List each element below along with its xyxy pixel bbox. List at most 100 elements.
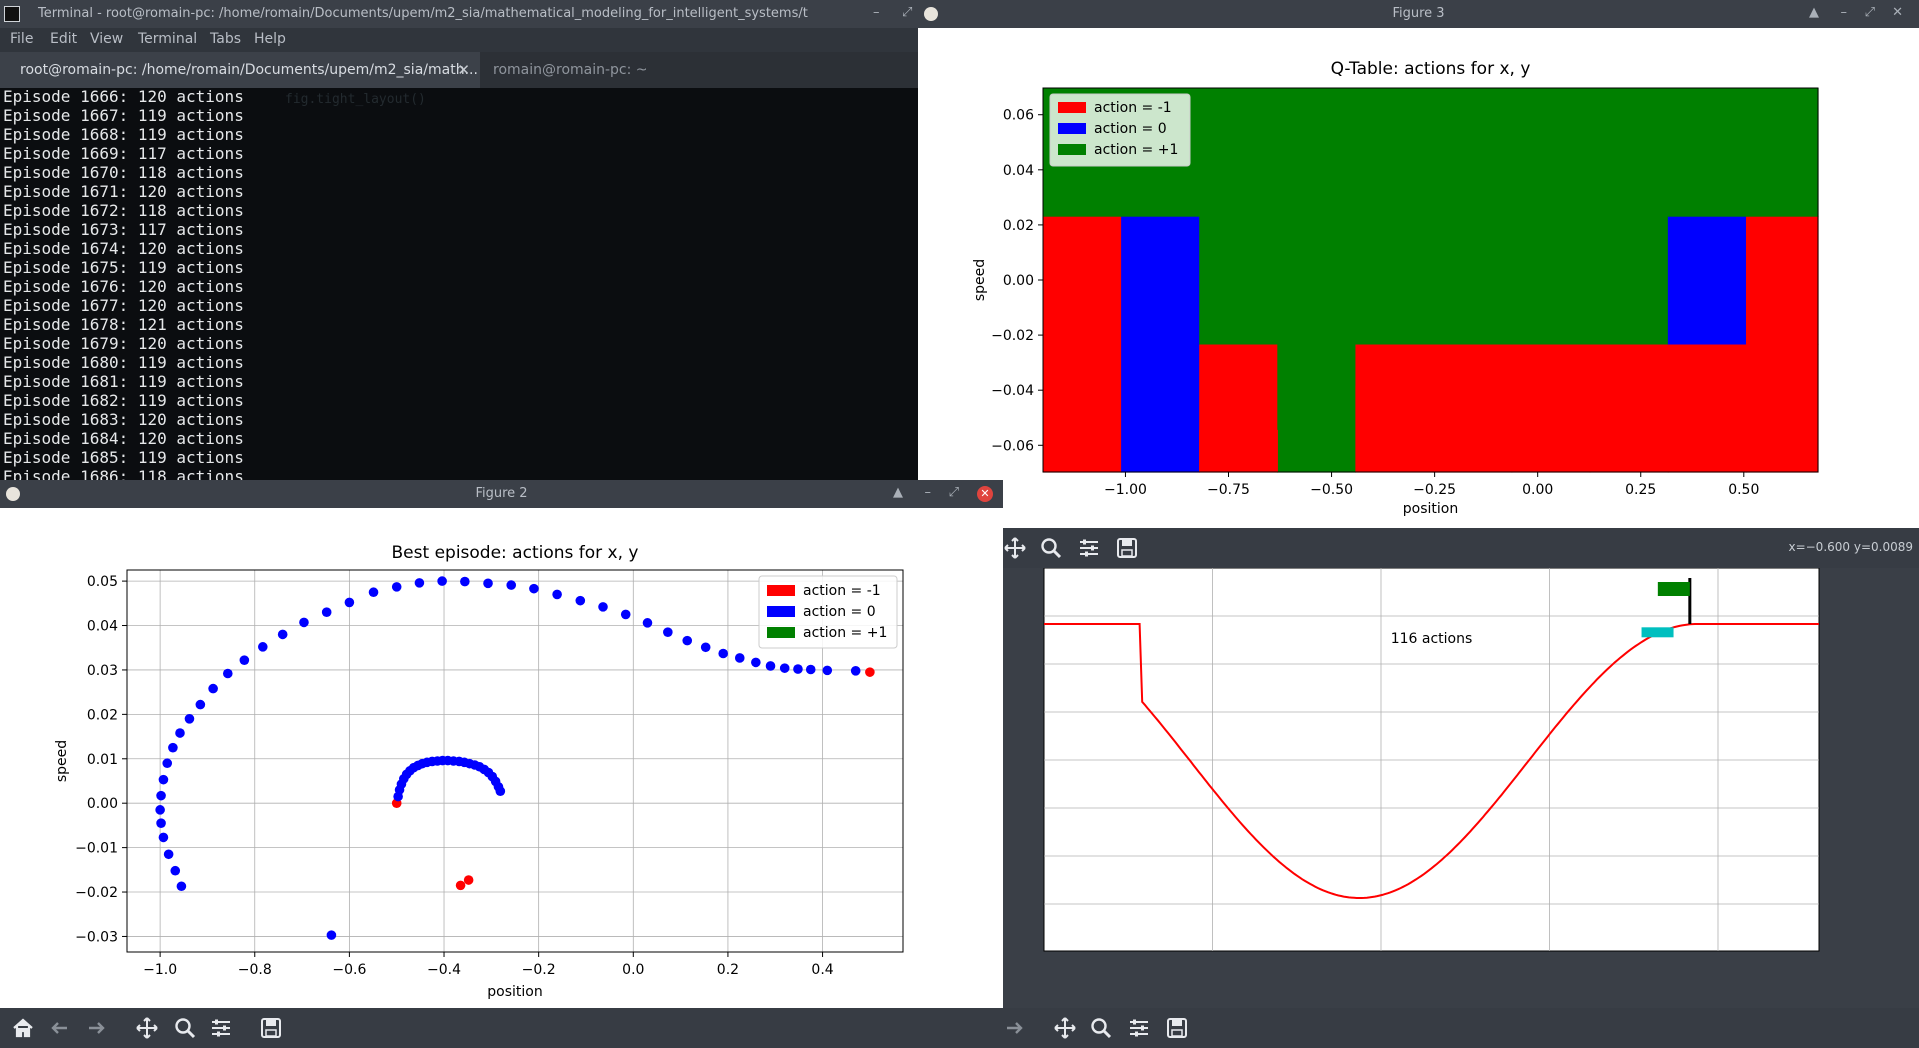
qtable-cell — [1277, 88, 1357, 217]
menu-help[interactable]: Help — [254, 31, 286, 47]
x-axis-label: position — [1403, 501, 1458, 517]
terminal-titlebar[interactable]: Terminal - root@romain-pc: /home/romain/… — [0, 0, 918, 28]
qtable-cell — [1043, 216, 1122, 345]
qtable-cell — [1745, 216, 1819, 345]
terminal-output[interactable]: fig.tight_layout() Episode 1666: 120 act… — [0, 88, 918, 485]
shade-button[interactable]: ▲ — [1809, 5, 1819, 20]
pan-icon[interactable] — [1004, 537, 1026, 559]
terminal-line: Episode 1672: 118 actions — [3, 201, 244, 220]
y-tick-label: −0.02 — [75, 885, 118, 901]
qtable-cell — [1277, 343, 1357, 473]
x-tick-label: −0.8 — [238, 962, 272, 978]
data-point — [299, 617, 309, 628]
data-point — [455, 880, 466, 891]
legend-swatch — [1058, 144, 1086, 155]
maximize-button[interactable]: ⤢ — [1865, 5, 1875, 20]
qtable-cell — [1745, 88, 1819, 217]
data-point — [822, 665, 833, 676]
figure2-titlebar[interactable]: Figure 2 ▲ – ⤢ ✕ — [0, 480, 1003, 508]
configure-icon[interactable] — [1078, 537, 1100, 559]
maximize-button[interactable]: ⤢ — [949, 485, 959, 500]
minimize-button[interactable]: – — [925, 485, 932, 500]
y-tick-label: 0.06 — [1003, 108, 1034, 124]
terminal-line: Episode 1677: 120 actions — [3, 296, 244, 315]
figure3-titlebar[interactable]: Figure 3 ▲ – ⤢ ✕ — [918, 0, 1919, 28]
back-arrow-icon[interactable] — [48, 1017, 70, 1039]
close-icon[interactable]: ✕ — [457, 52, 470, 88]
pan-icon[interactable] — [1054, 1017, 1076, 1039]
forward-arrow-icon[interactable] — [1004, 1017, 1026, 1039]
y-tick-label: 0.04 — [1003, 163, 1034, 179]
qtable-cell — [1589, 385, 1669, 473]
shade-button[interactable]: ▲ — [893, 485, 903, 500]
environment-toolbar — [1003, 1008, 1919, 1048]
best-episode-chart: −1.0 −0.8 −0.6 −0.4 −0.2 0.0 0.2 0.4 −0.03 −0.02 −… — [54, 543, 904, 1000]
terminal-line: Episode 1682: 119 actions — [3, 391, 244, 410]
data-point — [321, 607, 332, 617]
pan-icon[interactable] — [136, 1017, 158, 1039]
zoom-icon[interactable] — [1040, 537, 1062, 559]
data-point — [176, 881, 187, 892]
menu-terminal[interactable]: Terminal — [138, 31, 197, 47]
tab-label: root@romain-pc: /home/romain/Documents/u… — [20, 62, 478, 78]
minimize-button[interactable]: – — [873, 5, 880, 20]
qtable-cell — [1355, 88, 1435, 217]
configure-icon[interactable] — [1128, 1017, 1150, 1039]
legend-swatch — [767, 585, 795, 596]
y-tick-label: 0.05 — [87, 574, 118, 590]
maximize-button[interactable]: ⤢ — [902, 5, 912, 20]
y-tick-label: 0.04 — [87, 619, 118, 635]
terminal-line: Episode 1680: 119 actions — [3, 353, 244, 372]
figure3-title: Figure 3 — [1392, 6, 1445, 21]
figure3-window[interactable]: Figure 3 ▲ – ⤢ ✕ −1.00 −0.75 −0.50 −0.25 0.0… — [918, 0, 1919, 531]
terminal-window[interactable]: Terminal - root@romain-pc: /home/romain/… — [0, 0, 918, 485]
figure2-window[interactable]: Figure 2 ▲ – ⤢ ✕ −1.0 −0.8 −0.6 −0.4 −0.2 0.0… — [0, 480, 1003, 1048]
zoom-icon[interactable] — [1090, 1017, 1112, 1039]
configure-icon[interactable] — [210, 1017, 232, 1039]
y-tick-label: −0.01 — [75, 841, 118, 857]
ghost-editor-text: fig.tight_layout() — [285, 92, 426, 107]
chart-title: Best episode: actions for x, y — [392, 543, 639, 563]
y-tick-label: 0.01 — [87, 752, 118, 768]
x-tick-label: 0.2 — [717, 962, 739, 978]
qtable-cell — [1589, 88, 1669, 217]
data-point — [495, 786, 506, 797]
y-tick-label: −0.06 — [991, 438, 1034, 454]
y-tick-label: 0.02 — [1003, 218, 1034, 234]
goal-flag — [1657, 582, 1690, 596]
tab-user-shell[interactable]: romain@romain-pc: ~ — [473, 52, 913, 88]
legend-swatch — [1058, 123, 1086, 134]
menu-edit[interactable]: Edit — [50, 31, 77, 47]
minimize-button[interactable]: – — [1841, 5, 1848, 20]
data-point — [414, 578, 425, 588]
close-button[interactable]: ✕ — [977, 486, 993, 502]
x-tick-label: 0.0 — [622, 962, 644, 978]
home-icon[interactable] — [12, 1017, 34, 1039]
close-button[interactable]: ✕ — [1892, 5, 1903, 20]
qtable-cell — [1355, 385, 1435, 473]
save-icon[interactable] — [260, 1017, 282, 1039]
terminal-line: Episode 1669: 117 actions — [3, 144, 244, 163]
qtable-cell — [1667, 216, 1747, 345]
terminal-line: Episode 1667: 119 actions — [3, 106, 244, 125]
terminal-icon — [4, 6, 20, 22]
y-tick-label: −0.03 — [75, 929, 118, 945]
y-axis-label: speed — [972, 259, 988, 301]
terminal-title: Terminal - root@romain-pc: /home/romain/… — [38, 6, 808, 21]
tab-root-shell[interactable]: root@romain-pc: /home/romain/Documents/u… — [0, 52, 480, 88]
save-icon[interactable] — [1116, 537, 1138, 559]
menu-file[interactable]: File — [10, 31, 33, 47]
environment-window[interactable]: 116 actions — [1003, 568, 1919, 1048]
data-point — [222, 668, 233, 679]
terminal-tabbar: root@romain-pc: /home/romain/Documents/u… — [0, 52, 918, 88]
x-tick-label: 0.25 — [1625, 482, 1656, 498]
terminal-line: Episode 1674: 120 actions — [3, 239, 244, 258]
save-icon[interactable] — [1166, 1017, 1188, 1039]
qtable-cell — [1433, 88, 1513, 217]
menu-tabs[interactable]: Tabs — [210, 31, 241, 47]
data-point — [598, 602, 608, 612]
data-point — [239, 655, 250, 665]
menu-view[interactable]: View — [90, 31, 123, 47]
forward-arrow-icon[interactable] — [86, 1017, 108, 1039]
zoom-icon[interactable] — [174, 1017, 196, 1039]
